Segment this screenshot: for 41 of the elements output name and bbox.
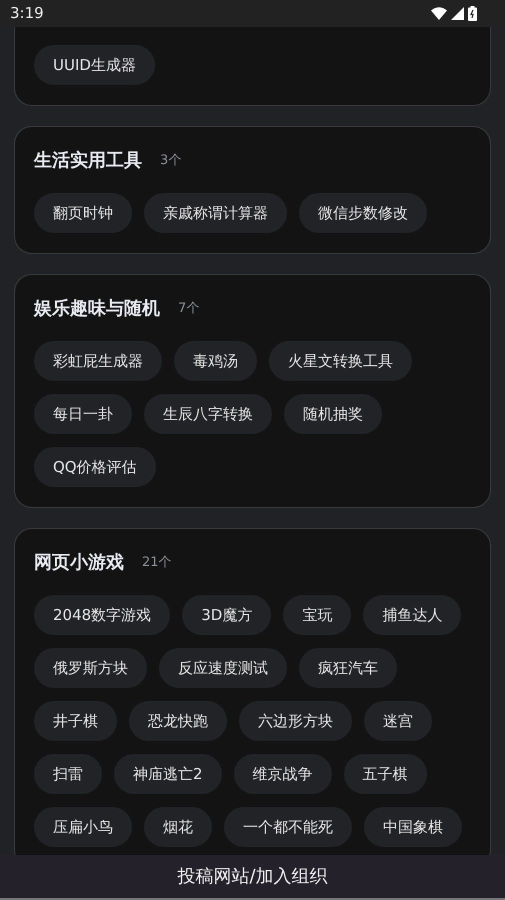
tool-chip[interactable]: 恐龙快跑 (129, 701, 227, 741)
category-title: 生活实用工具 (34, 149, 142, 173)
tool-chip[interactable]: 每日一卦 (34, 394, 132, 434)
tool-chip[interactable]: 毒鸡汤 (174, 341, 257, 381)
tool-chip[interactable]: 随机抽奖 (284, 394, 382, 434)
tool-chip[interactable]: 压扁小鸟 (34, 807, 132, 847)
tool-chip[interactable]: 神庙逃亡2 (114, 754, 222, 794)
tool-chip[interactable]: 宝玩 (283, 595, 352, 635)
item-count: 21个 (142, 554, 172, 572)
tool-chip[interactable]: 2048数字游戏 (34, 595, 170, 635)
tool-chip[interactable]: 扫雷 (34, 754, 102, 794)
tool-chip[interactable]: 维京战争 (234, 754, 332, 794)
tool-chip[interactable]: 火星文转换工具 (269, 341, 412, 381)
tool-chip[interactable]: UUID生成器 (34, 45, 155, 85)
item-count: 3个 (160, 152, 182, 170)
tool-chip[interactable]: 生辰八字转换 (144, 394, 272, 434)
status-time: 3:19 (10, 3, 44, 24)
tool-chip[interactable]: QQ价格评估 (34, 447, 156, 487)
tool-chip[interactable]: 俄罗斯方块 (34, 648, 147, 688)
signal-icon (451, 7, 464, 20)
tool-chip[interactable]: 3D魔方 (182, 595, 272, 635)
tool-chip[interactable]: 亲戚称谓计算器 (144, 193, 287, 233)
tool-chip[interactable]: 烟花 (144, 807, 212, 847)
tool-chip[interactable]: 中国象棋 (364, 807, 462, 847)
tool-chip[interactable]: 一个都不能死 (224, 807, 352, 847)
tool-chip[interactable]: 疯狂汽车 (299, 648, 397, 688)
tool-chip[interactable]: 彩虹屁生成器 (34, 341, 162, 381)
category-title: 网页小游戏 (34, 551, 124, 575)
tool-chip[interactable]: 翻页时钟 (34, 193, 132, 233)
battery-icon (468, 6, 477, 21)
tool-chip[interactable]: 井子棋 (34, 701, 117, 741)
tool-chip[interactable]: 微信步数修改 (299, 193, 427, 233)
submit-site-button[interactable]: 投稿网站/加入组织 (0, 855, 505, 900)
category-title: 娱乐趣味与随机 (34, 297, 160, 321)
tool-chip[interactable]: 迷宫 (364, 701, 432, 741)
tool-chip[interactable]: 六边形方块 (239, 701, 352, 741)
item-count: 7个 (178, 300, 200, 318)
tool-chip[interactable]: 五子棋 (344, 754, 427, 794)
wifi-icon (431, 7, 447, 20)
tool-chip[interactable]: 反应速度测试 (159, 648, 287, 688)
tool-chip[interactable]: 捕鱼达人 (363, 595, 462, 635)
